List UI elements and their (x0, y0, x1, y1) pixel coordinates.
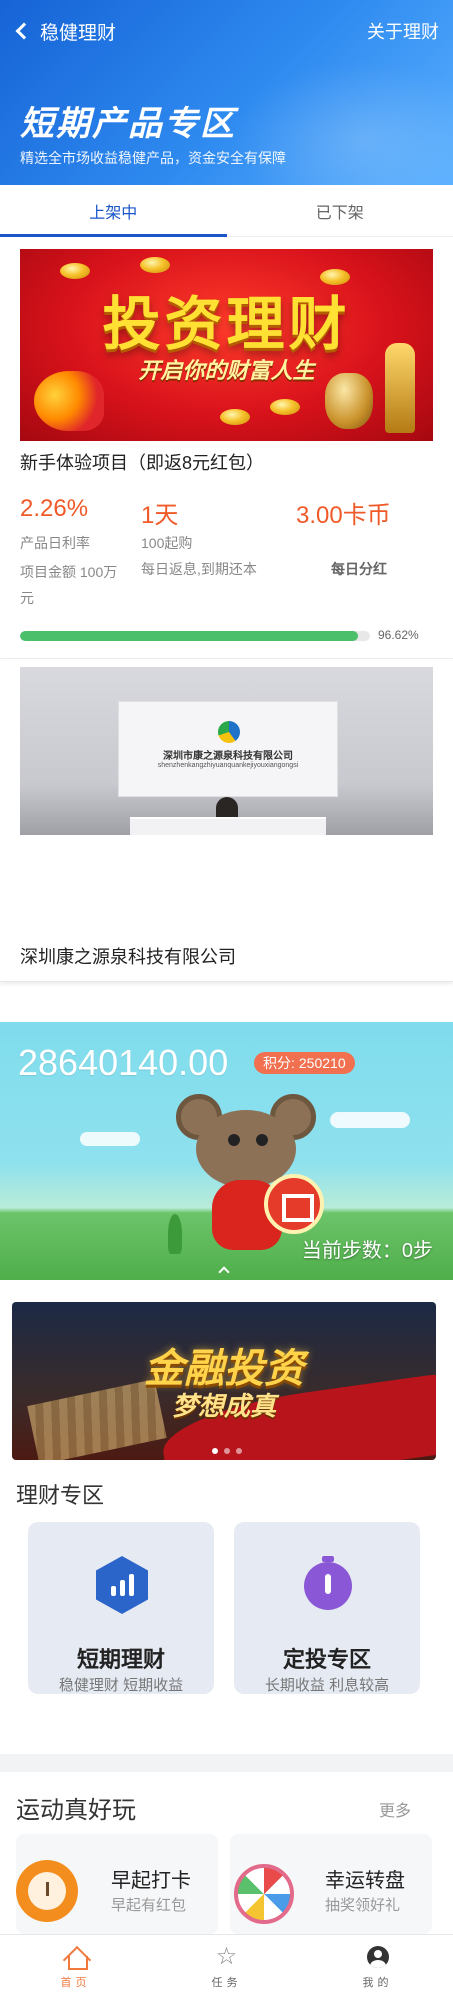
prize-wheel-icon (234, 1864, 294, 1924)
back-label: 稳健理财 (40, 22, 117, 44)
company-photo: 深圳市康之源泉科技有限公司 shenzhenkangzhiyuanquankej… (20, 667, 433, 835)
zone-card-subtitle: 长期收益 利息较高 (264, 1677, 390, 1694)
mouse-eye (256, 1134, 268, 1146)
coin-icon (270, 399, 300, 415)
banner-subtitle: 开启你的财富人生 (138, 358, 315, 383)
header-hero: 稳健理财 关于理财 短期产品专区 精选全市场收益稳健产品，资金安全有保障 (0, 0, 453, 185)
about-link[interactable]: 关于理财 (367, 14, 439, 48)
nav-mine[interactable]: 我的 (302, 1935, 453, 2000)
product-rate: 2.26% (20, 495, 89, 522)
cloud (80, 1132, 140, 1146)
coin-icon (140, 257, 170, 273)
company-card[interactable]: 深圳市康之源泉科技有限公司 shenzhenkangzhiyuanquankej… (0, 659, 453, 982)
bar (111, 1586, 116, 1596)
sport-card-lucky-wheel[interactable]: 幸运转盘 抽奖领好礼 (230, 1834, 432, 1934)
nav-label: 我的 (362, 1976, 393, 1989)
page-subtitle: 精选全市场收益稳健产品，资金安全有保障 (20, 150, 286, 166)
finance-banner[interactable]: 金融投资 梦想成真 (12, 1302, 436, 1460)
payout-label: 每日分红 (331, 561, 387, 577)
min-purchase-label: 100起购 (141, 535, 193, 551)
company-logo-icon (218, 721, 240, 743)
nav-tasks[interactable]: ☆ 任务 (151, 1935, 302, 2000)
page-title: 短期产品专区 (20, 105, 236, 143)
nav-home[interactable]: 首页 (0, 1935, 151, 2000)
timer-icon (304, 1556, 352, 1610)
finance-banner-subtitle: 梦想成真 (171, 1391, 276, 1421)
score-label: 积分: (263, 1055, 295, 1071)
sports-title: 运动真好玩 (16, 1797, 136, 1824)
bottom-nav: 首页 ☆ 任务 我的 (0, 1934, 453, 2000)
product-card[interactable]: 投资理财 开启你的财富人生 新手体验项目（即返8元红包） 2.26% 1天 3.… (0, 237, 453, 659)
timer-needle (325, 1574, 331, 1594)
step-count: 当前步数：0步 (301, 1240, 433, 1262)
cloud (330, 1112, 410, 1128)
carousel-dot[interactable] (211, 1448, 218, 1454)
user-icon (366, 1945, 389, 1968)
carousel-dot[interactable] (235, 1448, 242, 1454)
carousel-dots (0, 1448, 453, 1454)
section-divider (0, 1754, 453, 1772)
banner-title: 投资理财 (102, 292, 351, 357)
tab-on-shelf[interactable]: 上架中 (0, 185, 227, 237)
progress-text: 96.62% (378, 628, 419, 642)
tab-off-shelf[interactable]: 已下架 (227, 185, 453, 236)
bar (120, 1580, 125, 1596)
reception-desk (130, 817, 326, 835)
product-term: 1天 (141, 502, 179, 529)
rate-label: 产品日利率 (20, 535, 90, 551)
zone-title: 理财专区 (16, 1483, 105, 1508)
mouse-eye (228, 1134, 240, 1146)
sport-card-title: 早起打卡 (111, 1870, 191, 1892)
zone-card-title: 定投专区 (282, 1647, 371, 1672)
clock-hand (46, 1882, 49, 1896)
company-name: 深圳康之源泉科技有限公司 (20, 947, 236, 967)
nav-label: 任务 (211, 1976, 242, 1989)
back-button[interactable]: 稳健理财 (15, 14, 117, 48)
product-reward: 3.00卡币 (296, 502, 391, 529)
sport-card-subtitle: 早起有红包 (111, 1897, 187, 1914)
nav-label: 首页 (60, 1976, 91, 1989)
sport-card-subtitle: 抽奖领好礼 (325, 1897, 401, 1914)
wall-company-pinyin: shenzhenkangzhiyuanquankejiyouxiangongsi (157, 762, 299, 769)
carousel-dot[interactable] (223, 1448, 230, 1454)
amount-label: 项目金额 100万元 (20, 564, 118, 606)
progress-fill (20, 631, 359, 641)
repay-label: 每日返息,到期还本 (141, 561, 257, 577)
zone-card-short-term[interactable]: 短期理财 稳健理财 短期收益 (28, 1522, 214, 1694)
score-value: 250210 (298, 1055, 346, 1071)
sport-card-early-checkin[interactable]: 早起打卡 早起有红包 (16, 1834, 218, 1934)
score-badge: 积分: 250210 (254, 1052, 355, 1074)
tab-bar: 上架中 已下架 (0, 185, 453, 237)
zone-card-title: 短期理财 (76, 1647, 165, 1672)
coin-icon (220, 409, 250, 425)
red-sign-icon (264, 1174, 324, 1234)
zone-card-subtitle: 稳健理财 短期收益 (58, 1677, 184, 1694)
wall-company-name: 深圳市康之源泉科技有限公司 (163, 751, 293, 762)
more-link[interactable]: 更多 (379, 1797, 411, 1821)
product-banner: 投资理财 开启你的财富人生 (20, 249, 433, 441)
points-value: 28640140.00 (18, 1042, 229, 1083)
sport-card-title: 幸运转盘 (325, 1870, 405, 1892)
step-game-panel[interactable]: 28640140.00 积分: 250210 当前步数：0步 (0, 1022, 453, 1280)
home-icon (64, 1946, 88, 1970)
page: 稳健理财 关于理财 短期产品专区 精选全市场收益稳健产品，资金安全有保障 上架中… (0, 0, 453, 2000)
product-name: 新手体验项目（即返8元红包） (20, 453, 265, 473)
zone-card-fixed-invest[interactable]: 定投专区 长期收益 利息较高 (234, 1522, 420, 1694)
chevron-left-icon (15, 22, 33, 40)
progress-bar (20, 631, 370, 641)
chart-hex-icon (96, 1556, 148, 1614)
tree (168, 1214, 182, 1254)
star-icon: ☆ (215, 1942, 238, 1970)
alarm-clock-icon (16, 1860, 78, 1922)
bar (129, 1574, 134, 1596)
chevron-up-icon[interactable] (218, 1266, 230, 1278)
